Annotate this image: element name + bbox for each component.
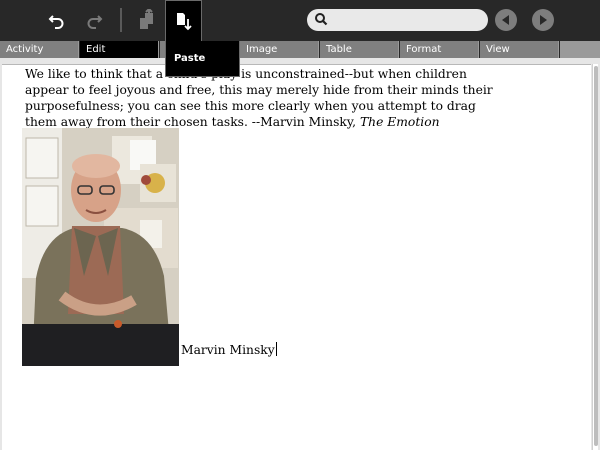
tab-edit[interactable]: Edit — [80, 41, 159, 58]
image-caption[interactable]: Marvin Minsky — [181, 342, 277, 357]
edit-toolbar — [0, 0, 600, 41]
redo-icon[interactable] — [81, 7, 107, 33]
toolbar-separator — [120, 8, 122, 32]
search-field[interactable] — [307, 9, 488, 31]
text-cursor — [275, 342, 277, 356]
copy-icon[interactable] — [134, 7, 160, 33]
search-next-button[interactable] — [532, 9, 554, 31]
tab-activity[interactable]: Activity — [0, 41, 79, 58]
scrollbar-thumb[interactable] — [594, 66, 598, 446]
portrait-image[interactable] — [22, 128, 179, 366]
tab-table[interactable]: Table — [320, 41, 399, 58]
tab-strip-filler — [560, 41, 600, 58]
paste-menu-item[interactable]: Paste — [165, 41, 240, 77]
caption-text: Marvin Minsky — [181, 343, 275, 357]
arrow-left-icon — [502, 15, 509, 25]
search-prev-button[interactable] — [495, 9, 517, 31]
search-icon — [315, 13, 328, 26]
tab-format[interactable]: Format — [400, 41, 479, 58]
paste-icon — [176, 13, 192, 31]
undo-icon[interactable] — [44, 7, 70, 33]
tab-view[interactable]: View — [480, 41, 559, 58]
tab-image[interactable]: Image — [240, 41, 319, 58]
vertical-scrollbar[interactable] — [592, 64, 598, 450]
toolbar-tabs: Activity Edit Image Table Format View — [0, 41, 600, 58]
write-activity-window: Activity Edit Image Table Format View Pa… — [0, 0, 600, 450]
arrow-right-icon — [540, 15, 547, 25]
paste-button[interactable] — [165, 0, 202, 41]
search-input[interactable] — [331, 11, 481, 29]
